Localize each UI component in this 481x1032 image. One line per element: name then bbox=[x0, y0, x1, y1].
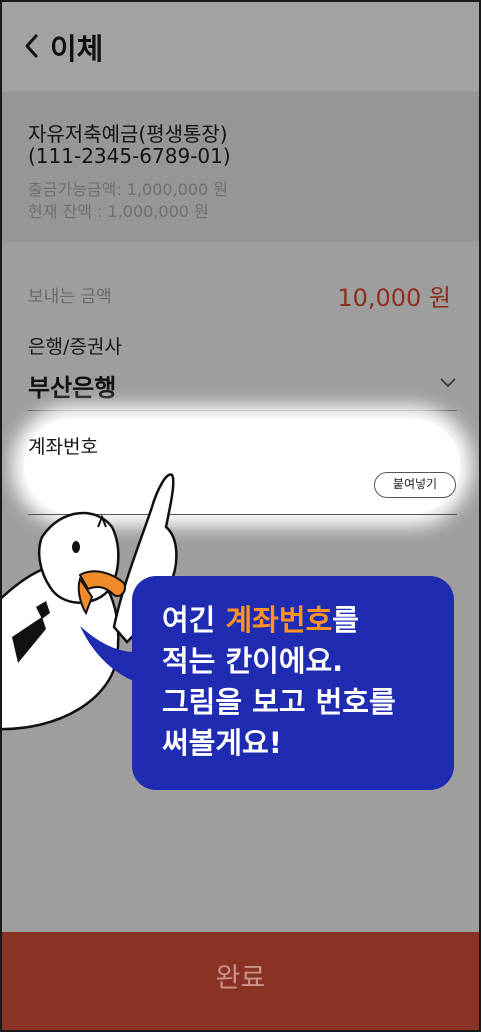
chevron-down-icon[interactable] bbox=[438, 372, 458, 392]
bubble-highlight-term: 계좌번호 bbox=[225, 603, 333, 637]
bubble-line-1: 여긴 계좌번호를 bbox=[162, 600, 452, 641]
current-balance: 현재 잔액 : 1,000,000 원 bbox=[28, 202, 209, 221]
paste-button[interactable]: 붙여넣기 bbox=[374, 472, 456, 498]
bubble-line-2: 적는 칸이에요. bbox=[162, 644, 344, 678]
available-amount: 출금가능금액: 1,000,000 원 bbox=[28, 180, 229, 199]
top-bar: 이체 bbox=[2, 2, 479, 90]
account-number: (111-2345-6789-01) bbox=[28, 144, 231, 168]
account-card: 자유저축예금(평생통장) (111-2345-6789-01) 출금가능금액: … bbox=[2, 92, 479, 242]
bank-select[interactable]: 부산은행 bbox=[28, 368, 116, 403]
screen: 이체 자유저축예금(평생통장) (111-2345-6789-01) 출금가능금… bbox=[0, 0, 481, 1032]
divider bbox=[28, 410, 457, 411]
done-button[interactable]: 완료 bbox=[2, 932, 479, 1030]
account-number-label: 계좌번호 bbox=[28, 436, 98, 458]
bubble-line-3: 그림을 보고 번호를 bbox=[162, 685, 396, 719]
back-arrow-icon[interactable] bbox=[18, 26, 48, 66]
account-name: 자유저축예금(평생통장) bbox=[28, 122, 228, 146]
bank-label: 은행/증권사 bbox=[28, 336, 122, 358]
bubble-line-4: 써볼게요! bbox=[162, 726, 282, 760]
speech-bubble-text: 여긴 계좌번호를 적는 칸이에요. 그림을 보고 번호를 써볼게요! bbox=[162, 600, 452, 764]
page-title: 이체 bbox=[50, 32, 104, 66]
send-amount-label: 보내는 금액 bbox=[28, 287, 112, 307]
bubble-line-1-prefix: 여긴 bbox=[162, 603, 226, 637]
bubble-line-1-suffix: 를 bbox=[332, 603, 359, 637]
send-amount-value: 10,000 원 bbox=[337, 284, 451, 312]
